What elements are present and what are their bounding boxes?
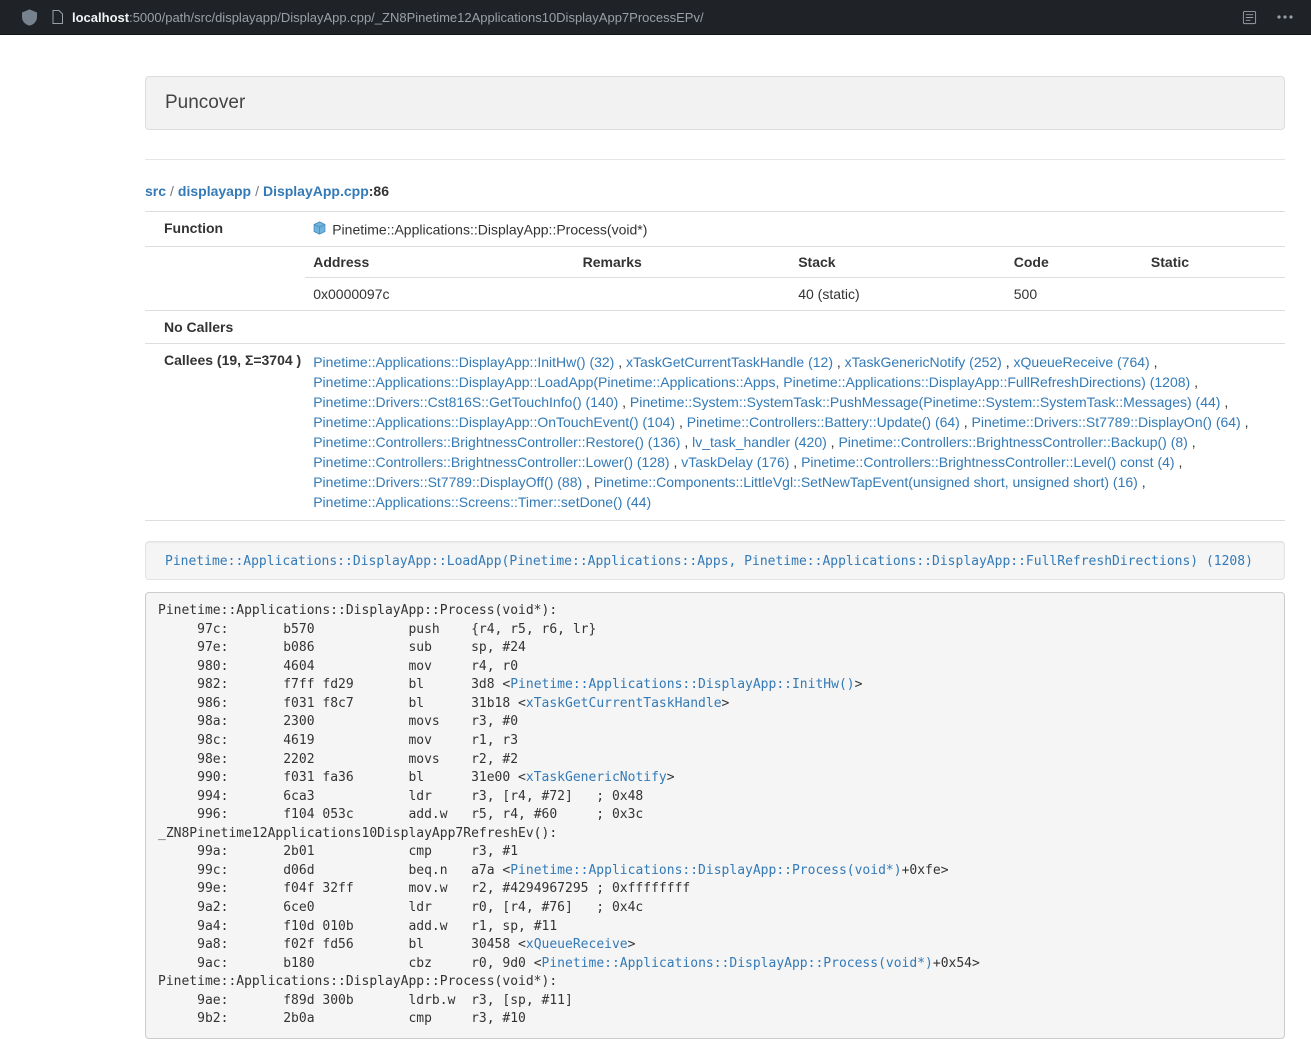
callee-link[interactable]: Pinetime::Drivers::St7789::DisplayOff() …	[313, 474, 582, 490]
callee-link[interactable]: Pinetime::Drivers::Cst816S::GetTouchInfo…	[313, 394, 618, 410]
callee-link[interactable]: Pinetime::Controllers::BrightnessControl…	[313, 434, 680, 450]
callee-link[interactable]: Pinetime::Applications::Screens::Timer::…	[313, 494, 651, 510]
breadcrumb: src/displayapp/DisplayApp.cpp:86	[145, 181, 1285, 201]
disassembly-symbol-link[interactable]: Pinetime::Applications::DisplayApp::Proc…	[510, 863, 901, 878]
callee-link[interactable]: Pinetime::Controllers::BrightnessControl…	[838, 434, 1187, 450]
page-container: Puncover src/displayapp/DisplayApp.cpp:8…	[145, 76, 1285, 1039]
callee-link[interactable]: xTaskGetCurrentTaskHandle (12)	[626, 354, 833, 370]
callee-link[interactable]: vTaskDelay (176)	[681, 454, 789, 470]
disassembly-symbol-link[interactable]: xTaskGenericNotify	[526, 770, 667, 785]
metrics-table: Address Remarks Stack Code Static 0x0000…	[305, 247, 1285, 310]
code-value: 500	[1006, 278, 1143, 311]
col-code: Code	[1006, 247, 1143, 278]
callee-link[interactable]: Pinetime::Components::LittleVgl::SetNewT…	[594, 474, 1138, 490]
metrics-row: Address Remarks Stack Code Static 0x0000…	[145, 247, 1285, 311]
callee-link[interactable]: Pinetime::Drivers::St7789::DisplayOn() (…	[972, 414, 1241, 430]
function-row: Function Pinetime::Applications::Display…	[145, 212, 1285, 247]
url-host: localhost	[72, 10, 129, 25]
breadcrumb-separator: /	[170, 183, 174, 199]
disassembly-symbol-link[interactable]: Pinetime::Applications::DisplayApp::Proc…	[542, 956, 933, 971]
metrics-row-label	[145, 247, 305, 311]
static-value	[1143, 278, 1285, 311]
callee-link[interactable]: xTaskGenericNotify (252)	[845, 354, 1002, 370]
callees-row: Callees (19, Σ=3704 ) Pinetime::Applicat…	[145, 344, 1285, 521]
breadcrumb-link-src[interactable]: src	[145, 183, 166, 199]
stack-value: 40 (static)	[790, 278, 1006, 311]
col-address: Address	[305, 247, 574, 278]
callees-cell: Pinetime::Applications::DisplayApp::Init…	[305, 344, 1285, 521]
disassembly: Pinetime::Applications::DisplayApp::Proc…	[145, 592, 1285, 1039]
callee-link[interactable]: Pinetime::Applications::DisplayApp::OnTo…	[313, 414, 675, 430]
callee-link[interactable]: lv_task_handler (420)	[692, 434, 827, 450]
metrics-cell: Address Remarks Stack Code Static 0x0000…	[305, 247, 1285, 311]
col-stack: Stack	[790, 247, 1006, 278]
breadcrumb-link-file[interactable]: DisplayApp.cpp	[263, 183, 369, 199]
callee-link[interactable]: Pinetime::Applications::DisplayApp::Init…	[313, 354, 614, 370]
selected-symbol-link[interactable]: Pinetime::Applications::DisplayApp::Load…	[165, 554, 1253, 569]
function-row-label: Function	[145, 212, 305, 247]
url-text: localhost:5000/path/src/displayapp/Displ…	[72, 10, 704, 25]
metrics-header-row: Address Remarks Stack Code Static	[305, 247, 1285, 278]
reader-mode-icon[interactable]	[1242, 10, 1257, 25]
col-static: Static	[1143, 247, 1285, 278]
function-type-icon	[313, 221, 326, 238]
callee-link[interactable]: Pinetime::Applications::DisplayApp::Load…	[313, 374, 1190, 390]
callers-cell	[305, 311, 1285, 344]
symbol-name: Pinetime::Applications::DisplayApp::Proc…	[332, 221, 647, 237]
callee-link[interactable]: Pinetime::Controllers::BrightnessControl…	[801, 454, 1174, 470]
document-icon	[52, 10, 63, 24]
col-remarks: Remarks	[575, 247, 791, 278]
overflow-menu-icon[interactable]	[1277, 15, 1293, 19]
callee-link[interactable]: Pinetime::System::SystemTask::PushMessag…	[630, 394, 1221, 410]
breadcrumb-separator: /	[255, 183, 259, 199]
address-value: 0x0000097c	[305, 278, 574, 311]
remarks-value	[575, 278, 791, 311]
selected-symbol-box: Pinetime::Applications::DisplayApp::Load…	[145, 541, 1285, 580]
disassembly-symbol-link[interactable]: Pinetime::Applications::DisplayApp::Init…	[510, 677, 854, 692]
app-navbar: Puncover	[145, 76, 1285, 130]
line-number: :86	[369, 183, 389, 199]
breadcrumb-link-displayapp[interactable]: displayapp	[178, 183, 251, 199]
url-path: :5000/path/src/displayapp/DisplayApp.cpp…	[129, 10, 704, 25]
callee-link[interactable]: Pinetime::Controllers::BrightnessControl…	[313, 454, 669, 470]
callees-label: Callees (19, Σ=3704 )	[145, 344, 305, 521]
callers-row: No Callers	[145, 311, 1285, 344]
callee-link[interactable]: xQueueReceive (764)	[1014, 354, 1150, 370]
symbol-table: Function Pinetime::Applications::Display…	[145, 211, 1285, 521]
callee-link[interactable]: Pinetime::Controllers::Battery::Update()…	[687, 414, 960, 430]
no-callers-label: No Callers	[145, 311, 305, 344]
function-name-cell: Pinetime::Applications::DisplayApp::Proc…	[305, 212, 1285, 247]
shield-icon[interactable]	[22, 9, 37, 26]
divider	[145, 159, 1285, 160]
brand-link[interactable]: Puncover	[165, 92, 245, 114]
address-bar[interactable]: localhost:5000/path/src/displayapp/Displ…	[52, 10, 704, 25]
disassembly-symbol-link[interactable]: xTaskGetCurrentTaskHandle	[526, 696, 722, 711]
browser-chrome: localhost:5000/path/src/displayapp/Displ…	[0, 0, 1311, 35]
disassembly-symbol-link[interactable]: xQueueReceive	[526, 937, 628, 952]
metrics-value-row: 0x0000097c 40 (static) 500	[305, 278, 1285, 311]
